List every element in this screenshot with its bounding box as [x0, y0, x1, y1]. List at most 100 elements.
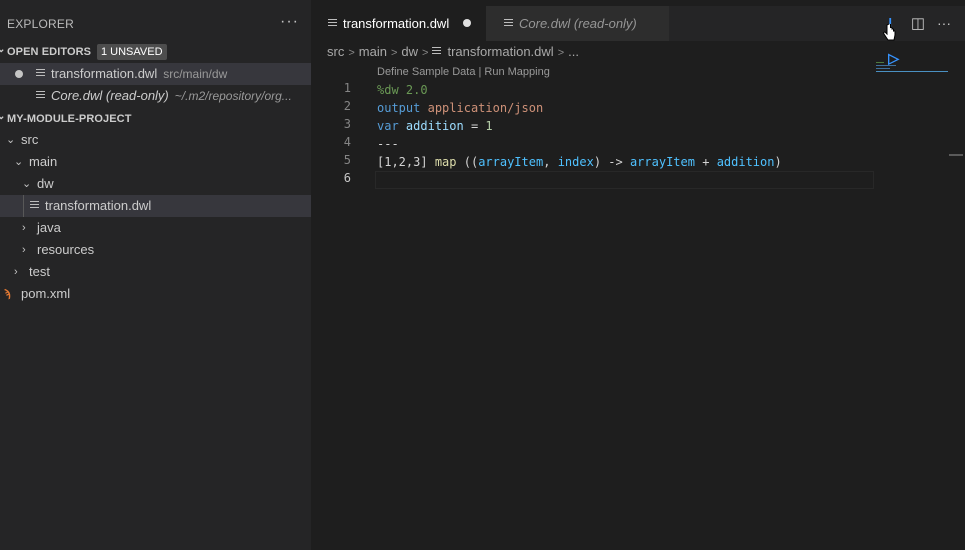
- code-line-3: var addition = 1: [377, 117, 493, 135]
- code-token: ((: [463, 155, 479, 169]
- code-token: arrayItem: [629, 155, 695, 169]
- tree-label: java: [37, 220, 61, 235]
- explorer-title: EXPLORER: [7, 17, 74, 31]
- code-token: ---: [377, 137, 399, 151]
- chevron-right-icon: >: [348, 47, 355, 59]
- code-token: map: [434, 155, 457, 169]
- tree-item-src[interactable]: ⌄ src: [0, 129, 311, 151]
- open-editor-item-transformation[interactable]: transformation.dwl src/main/dw: [0, 63, 311, 85]
- tree-label: dw: [37, 176, 54, 191]
- chevron-right-icon: ›: [22, 222, 26, 234]
- chevron-down-icon: ⌄: [0, 111, 6, 122]
- code-token: arrayItem: [478, 155, 544, 169]
- breadcrumb-item[interactable]: transformation.dwl: [447, 44, 553, 59]
- breadcrumb: src > main > dw > transformation.dwl >...: [327, 44, 579, 59]
- tree-item-pom[interactable]: ϡ pom.xml: [0, 283, 311, 305]
- code-token: %dw 2.0: [377, 83, 428, 97]
- tree-item-transformation[interactable]: transformation.dwl: [0, 195, 311, 217]
- line-number: 2: [343, 99, 351, 113]
- code-token: ) ->: [593, 155, 623, 169]
- line-number: 5: [343, 153, 351, 167]
- code-token: [1,2,3]: [377, 155, 428, 169]
- breadcrumb-item[interactable]: ...: [568, 44, 579, 59]
- file-lines-icon: [432, 47, 442, 56]
- chevron-down-icon: ⌄: [0, 44, 6, 55]
- open-editors-label: OPEN EDITORS: [7, 46, 92, 58]
- file-lines-icon: [30, 201, 39, 210]
- chevron-down-icon: ⌄: [6, 134, 16, 146]
- open-editor-name: Core.dwl (read-only): [51, 88, 169, 103]
- project-label: MY-MODULE-PROJECT: [7, 113, 132, 125]
- code-token: =: [470, 119, 479, 133]
- split-editor-icon[interactable]: ◫: [911, 6, 925, 41]
- breadcrumb-item[interactable]: dw: [401, 44, 418, 59]
- chevron-right-icon: >: [390, 47, 398, 59]
- ellipsis-icon[interactable]: ···: [937, 6, 951, 41]
- tree-label: main: [29, 154, 58, 169]
- scrollbar-position-marker[interactable]: [949, 154, 963, 156]
- open-editor-item-core[interactable]: Core.dwl (read-only) ~/.m2/repository/org…: [0, 85, 311, 107]
- ellipsis-icon[interactable]: ···: [280, 13, 299, 31]
- minimap[interactable]: [876, 62, 948, 76]
- hand-pointer-icon: [883, 24, 896, 41]
- open-editors-header[interactable]: ⌄ OPEN EDITORS 1 UNSAVED: [0, 43, 311, 63]
- code-token: ): [774, 155, 782, 169]
- indent-guide: [23, 195, 24, 217]
- code-token: 1: [485, 119, 493, 133]
- tree-label: pom.xml: [21, 286, 71, 301]
- chevron-right-icon: >: [557, 47, 565, 59]
- code-token: application/json: [427, 101, 544, 115]
- line-number: 6: [343, 171, 351, 185]
- unsaved-badge: 1 UNSAVED: [97, 44, 167, 60]
- rss-feed-icon: ϡ: [4, 288, 11, 300]
- editor-area: transformation.dwl Core.dwl (read-only) …: [311, 0, 965, 550]
- tree-label: resources: [37, 242, 95, 257]
- chevron-right-icon: ›: [14, 266, 18, 278]
- tree-item-java[interactable]: › java: [0, 217, 311, 239]
- chevron-down-icon: ⌄: [14, 156, 24, 168]
- tab-transformation[interactable]: transformation.dwl: [311, 6, 486, 41]
- file-lines-icon: [504, 19, 513, 28]
- project-header[interactable]: ⌄ MY-MODULE-PROJECT: [0, 110, 311, 130]
- breadcrumb-item[interactable]: main: [359, 44, 387, 59]
- line-number: 1: [343, 81, 351, 95]
- chevron-down-icon: ⌄: [22, 178, 32, 190]
- tree-item-test[interactable]: › test: [0, 261, 311, 283]
- tree-item-main[interactable]: ⌄ main: [0, 151, 311, 173]
- code-token: var: [377, 119, 399, 133]
- open-editor-path: ~/.m2/repository/org...: [174, 89, 292, 103]
- tab-label: transformation.dwl: [343, 16, 450, 31]
- open-editor-path: src/main/dw: [163, 67, 228, 81]
- tab-bar: transformation.dwl Core.dwl (read-only): [311, 6, 965, 41]
- tree-item-dw[interactable]: ⌄ dw: [0, 173, 311, 195]
- unsaved-dot-icon[interactable]: [463, 19, 472, 27]
- explorer-sidebar: EXPLORER ··· ⌄ OPEN EDITORS 1 UNSAVED tr…: [0, 0, 311, 550]
- unsaved-dot-icon[interactable]: [15, 70, 23, 78]
- code-token: addition: [716, 155, 775, 169]
- file-lines-icon: [328, 19, 337, 28]
- tree-label: src: [21, 132, 39, 147]
- codelens-actions[interactable]: Define Sample Data | Run Mapping: [377, 66, 550, 78]
- current-line-highlight: [375, 171, 874, 189]
- code-token: +: [702, 155, 710, 169]
- code-token: index: [557, 155, 594, 169]
- code-line-2: output application/json: [377, 99, 543, 117]
- file-lines-icon: [36, 69, 45, 78]
- tab-label: Core.dwl (read-only): [519, 16, 637, 31]
- code-line-4: ---: [377, 135, 399, 153]
- file-lines-icon: [36, 91, 45, 100]
- chevron-right-icon: >: [422, 47, 429, 59]
- line-number: 3: [343, 117, 351, 131]
- tree-label: test: [29, 264, 50, 279]
- tab-core[interactable]: Core.dwl (read-only): [486, 6, 669, 41]
- code-token: addition: [405, 119, 464, 133]
- chevron-right-icon: ›: [22, 244, 26, 256]
- code-token: ,: [543, 155, 551, 169]
- code-token: output: [377, 101, 421, 115]
- code-line-1: %dw 2.0: [377, 81, 428, 99]
- tree-item-resources[interactable]: › resources: [0, 239, 311, 261]
- breadcrumb-item[interactable]: src: [327, 44, 344, 59]
- line-number: 4: [343, 135, 351, 149]
- tree-label: transformation.dwl: [45, 198, 152, 213]
- code-line-5: [1,2,3] map ((arrayItem, index) -> array…: [377, 153, 782, 171]
